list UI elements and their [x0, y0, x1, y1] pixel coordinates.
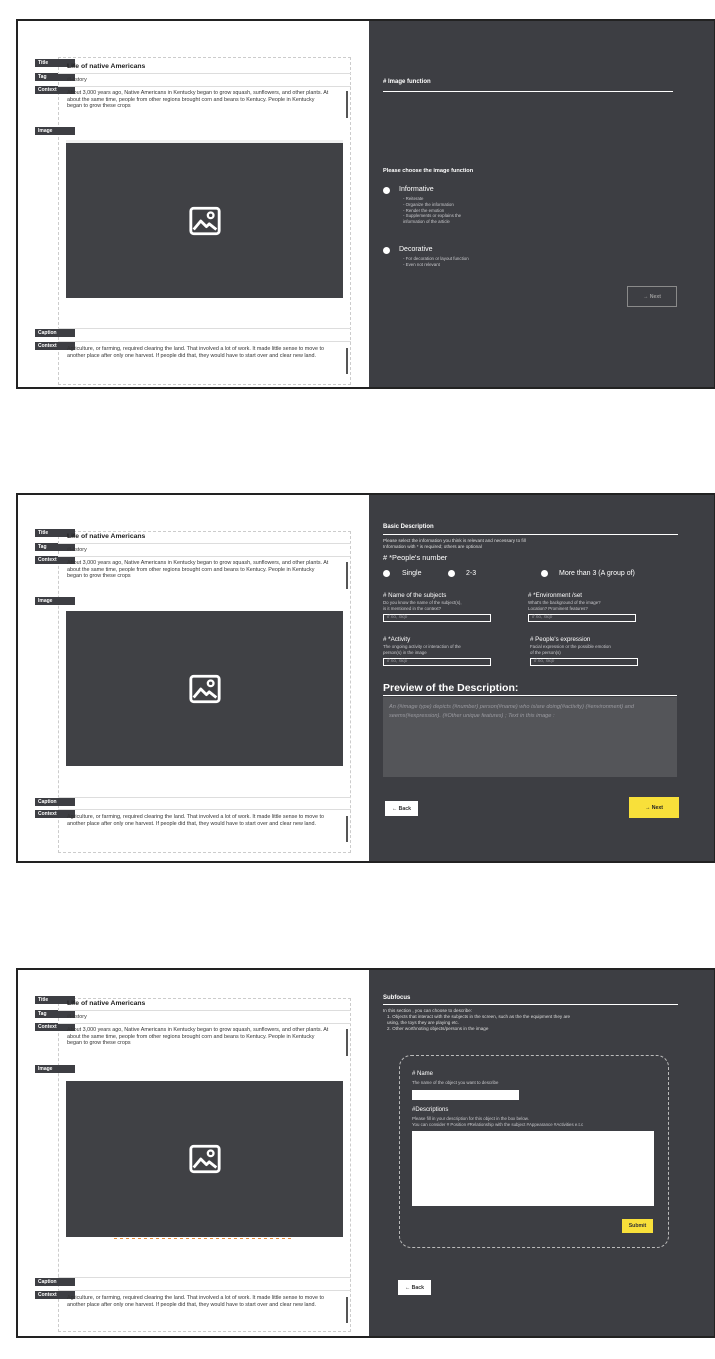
activity-label: # *Activity	[383, 636, 411, 643]
article-context-1: About 3,000 years ago, Native Americans …	[58, 86, 351, 123]
option-informative-label[interactable]: Informative	[399, 186, 434, 193]
scrollbar[interactable]	[346, 816, 348, 842]
image-placeholder-icon	[188, 206, 221, 235]
article-image	[66, 611, 343, 766]
descriptions-label: #Descriptions	[412, 1107, 449, 1113]
option-more-label[interactable]: More than 3 (A group of)	[559, 570, 635, 577]
option-2-3-label[interactable]: 2-3	[466, 570, 476, 577]
object-name-label: # Name	[412, 1071, 434, 1077]
section-heading: Subfocus	[383, 995, 411, 1001]
radio-2-3[interactable]	[448, 570, 455, 577]
subfocus-panel: Subfocus In this section , you can choos…	[369, 970, 714, 1336]
label-image: Image	[35, 127, 75, 135]
back-button[interactable]: ← Back	[398, 1280, 431, 1295]
article-caption	[58, 797, 351, 809]
article-tag: #History	[58, 73, 351, 86]
article-caption	[58, 1277, 351, 1289]
object-name-hint: The name of the object you want to descr…	[412, 1080, 499, 1085]
scrollbar[interactable]	[346, 562, 348, 589]
label-image: Image	[35, 597, 75, 605]
article-panel: Title Life of native Americans Tag #Hist…	[18, 970, 369, 1336]
back-button[interactable]: ← Back	[385, 801, 418, 816]
name-subjects-hint: Do you know the name of the subject(s), i…	[383, 600, 462, 611]
submit-button[interactable]: Submit	[622, 1219, 653, 1233]
option-single-label[interactable]: Single	[402, 570, 421, 577]
environment-hint: What's the background of the image? Locat…	[528, 600, 601, 611]
radio-informative[interactable]	[383, 187, 390, 194]
option-decorative-points: - For decoration or layout function - Eve…	[403, 256, 469, 267]
article-panel: Title Life of native Americans Tag #Hist…	[18, 495, 369, 861]
activity-input[interactable]: if no, skip	[383, 658, 491, 666]
question-label: Please choose the image function	[383, 168, 474, 174]
expression-hint: Facial expression or the possible emotio…	[530, 644, 611, 655]
subfocus-intro: In this section , you can choose to desc…	[383, 1008, 571, 1031]
environment-label: # *Environment /set	[528, 592, 582, 599]
scrollbar[interactable]	[346, 91, 348, 118]
environment-input[interactable]: if no, skip	[528, 614, 636, 622]
section-heading: # Image function	[383, 79, 431, 85]
preview-underline	[383, 695, 677, 696]
descriptions-hint: Please fill in your description for this…	[412, 1116, 584, 1127]
image-placeholder-icon	[188, 674, 221, 703]
scrollbar[interactable]	[346, 1297, 348, 1323]
next-button-disabled[interactable]: → Next	[627, 286, 677, 307]
radio-more-than-3[interactable]	[541, 570, 548, 577]
descriptions-textarea[interactable]	[412, 1131, 654, 1206]
screen-subfocus: Title Life of native Americans Tag #Hist…	[16, 968, 715, 1338]
article-context-1: About 3,000 years ago, Native Americans …	[58, 1023, 351, 1060]
basic-description-panel: Basic Description Please select the info…	[369, 495, 714, 861]
article-context-2: Agriculture, or farming, required cleari…	[58, 1290, 351, 1328]
name-subjects-input[interactable]: if no, skip	[383, 614, 491, 622]
article-context-2: Agriculture, or farming, required cleari…	[58, 809, 351, 847]
screen-image-function: Title Life of native Americans Tag #Hist…	[16, 19, 715, 389]
heading-underline	[383, 1004, 678, 1005]
image-placeholder-icon	[188, 1144, 221, 1174]
name-subjects-label: # Name of the subjects	[383, 592, 447, 599]
article-tag: #History	[58, 1010, 351, 1023]
heading-underline	[383, 534, 678, 535]
preview-heading: Preview of the Description:	[383, 682, 519, 694]
option-informative-points: - Reiterate - Organize the information - R…	[403, 196, 462, 225]
article-tag: #History	[58, 543, 351, 556]
scrollbar[interactable]	[346, 348, 348, 374]
article-context-1: About 3,000 years ago, Native Americans …	[58, 556, 351, 593]
activity-hint: The ongoing activity or interaction of t…	[383, 644, 461, 655]
option-decorative-label[interactable]: Decorative	[399, 246, 432, 253]
image-bottom-edge	[114, 1238, 294, 1239]
article-context-2: Agriculture, or farming, required cleari…	[58, 341, 351, 379]
article-title: Life of native Americans	[67, 63, 146, 70]
section-heading: Basic Description	[383, 524, 434, 530]
expression-input[interactable]: if no, skip	[530, 658, 638, 666]
article-caption	[58, 328, 351, 340]
screen-basic-description: Title Life of native Americans Tag #Hist…	[16, 493, 715, 863]
expression-label: # People's expression	[530, 636, 591, 643]
next-button[interactable]: → Next	[629, 797, 679, 818]
image-function-panel: # Image function Please choose the image…	[369, 21, 714, 387]
radio-decorative[interactable]	[383, 247, 390, 254]
article-title: Life of native Americans	[67, 1000, 146, 1007]
article-image	[66, 143, 343, 298]
article-image	[66, 1081, 343, 1237]
scrollbar[interactable]	[346, 1029, 348, 1056]
radio-single[interactable]	[383, 570, 390, 577]
label-image: Image	[35, 1065, 75, 1073]
heading-underline	[383, 91, 673, 92]
description-preview: An (#image type) depicts (#number) perso…	[383, 697, 677, 777]
article-title: Life of native Americans	[67, 533, 146, 540]
article-panel: Title Life of native Americans Tag #Hist…	[18, 21, 369, 387]
intro-text: Please select the information you think …	[383, 538, 526, 549]
object-name-input[interactable]	[412, 1090, 519, 1100]
people-number-label: # *People's number	[383, 553, 448, 562]
